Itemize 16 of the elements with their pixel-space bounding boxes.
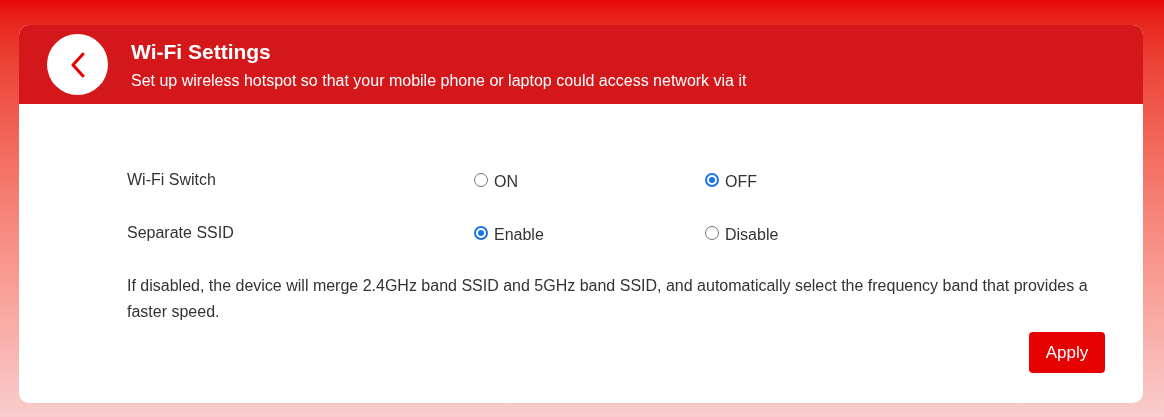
radio-label[interactable]: OFF [725,169,757,194]
note-text: If disabled, the device will merge 2.4GHz band SSID and 5GHz band SSID, and automatically select the frequency band that provides a faster speed. [127,276,1089,322]
radio-label[interactable]: Enable [494,222,544,247]
radio-label[interactable]: Disable [725,222,779,247]
setting-label: Wi-Fi Switch [127,170,217,190]
page-title: Wi-Fi Settings [131,38,272,65]
back-icon [70,51,85,78]
radio-button[interactable] [474,226,488,240]
setting-label: Separate SSID [127,223,235,243]
radio-button[interactable] [705,173,719,187]
page-subtitle: Set up wireless hotspot so that your mobile phone or laptop could access network via it [131,70,747,91]
radio-button[interactable] [474,173,488,187]
apply-button[interactable]: Apply [1029,332,1105,373]
radio-button[interactable] [705,226,719,240]
back-button[interactable] [47,34,108,95]
radio-label[interactable]: ON [494,169,518,194]
